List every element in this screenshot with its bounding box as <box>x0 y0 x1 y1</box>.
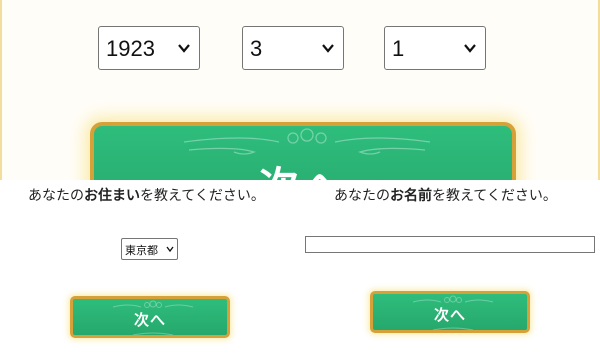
next-button-label: 次へ <box>133 311 166 329</box>
question-emphasis: お住まい <box>84 188 140 204</box>
birth-day-value: 1 <box>392 36 405 61</box>
address-question: あなたのお住まいを教えてください。 <box>28 185 265 205</box>
question-emphasis: お名前 <box>390 188 432 204</box>
birth-year-select[interactable]: 1923 <box>98 26 200 70</box>
birth-month-value: 3 <box>250 36 263 61</box>
name-question: あなたのお名前を教えてください。 <box>334 185 557 205</box>
question-prefix: あなたの <box>28 188 84 204</box>
question-suffix: を教えてください。 <box>432 188 557 204</box>
address-panel: あなたのお住まいを教えてください。 東京都 次へ <box>0 180 300 360</box>
next-button-address[interactable]: 次へ <box>70 296 230 338</box>
question-prefix: あなたの <box>334 188 390 204</box>
question-suffix: を教えてください。 <box>140 188 265 204</box>
name-panel: あなたのお名前を教えてください。 次へ <box>300 180 600 360</box>
next-button-name[interactable]: 次へ <box>370 291 530 333</box>
chevron-down-icon <box>464 44 476 53</box>
birthdate-panel: 1923 3 1 次へ <box>0 0 600 222</box>
prefecture-select[interactable]: 東京都 <box>121 238 178 260</box>
birth-year-value: 1923 <box>106 36 155 61</box>
prefecture-value: 東京都 <box>125 244 158 257</box>
chevron-down-icon <box>322 44 334 53</box>
chevron-down-icon <box>166 246 174 253</box>
birth-day-select[interactable]: 1 <box>384 26 486 70</box>
name-input[interactable] <box>305 236 595 253</box>
next-button-label: 次へ <box>433 306 466 324</box>
birth-month-select[interactable]: 3 <box>242 26 344 70</box>
chevron-down-icon <box>178 44 190 53</box>
